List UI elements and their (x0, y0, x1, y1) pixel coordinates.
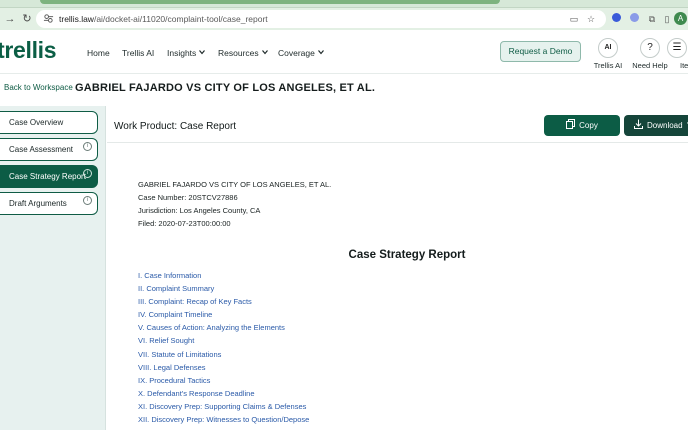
download-button[interactable]: Download (624, 115, 688, 136)
request-demo-button[interactable]: Request a Demo (500, 41, 581, 62)
extension-gear-icon[interactable] (628, 13, 640, 25)
forward-icon[interactable]: → (2, 11, 18, 27)
toc-item[interactable]: IX. Procedural Tactics (138, 376, 210, 386)
extension-blue-icon[interactable] (610, 13, 622, 25)
nav-insights-label: Insights (167, 48, 197, 58)
nav-trellis-ai[interactable]: Trellis AI (122, 47, 154, 59)
toc-item[interactable]: VIII. Legal Defenses (138, 363, 206, 373)
meta-case-name: GABRIEL FAJARDO VS CITY OF LOS ANGELES, … (138, 180, 332, 189)
sidebar-item-draft-arguments[interactable]: Draft Arguments i (0, 192, 98, 215)
sidebar-item-case-assessment[interactable]: Case Assessment i (0, 138, 98, 161)
toc-item[interactable]: XII. Discovery Prep: Witnesses to Questi… (138, 415, 309, 425)
copy-button[interactable]: Copy (544, 115, 620, 136)
sidebar-item-case-overview[interactable]: Case Overview (0, 111, 98, 134)
trellis-ai-tool-label: Trellis AI (593, 61, 623, 70)
sidebar-item-label: Draft Arguments (9, 199, 67, 208)
help-icon: ? (640, 38, 660, 58)
nav-coverage[interactable]: Coverage (278, 47, 324, 59)
site-info-icon[interactable] (43, 13, 54, 24)
toc-item[interactable]: VI. Relief Sought (138, 336, 194, 346)
toc-item[interactable]: I. Case Information (138, 271, 201, 281)
toc-item[interactable]: IV. Complaint Timeline (138, 310, 212, 320)
url-domain: trellis.law (59, 14, 94, 24)
copy-icon (566, 119, 576, 129)
meta-jurisdiction: Jurisdiction: Los Angeles County, CA (138, 206, 261, 215)
sidebar-item-label: Case Strategy Report (9, 172, 86, 181)
cast-icon[interactable]: ▭ (568, 13, 580, 25)
copy-label: Copy (579, 121, 598, 130)
need-help-tool[interactable]: ? Need Help (630, 38, 670, 70)
trellis-ai-tool[interactable]: AI Trellis AI (588, 38, 628, 70)
toc-item[interactable]: XI. Discovery Prep: Supporting Claims & … (138, 402, 306, 412)
info-icon[interactable]: i (83, 142, 92, 151)
toolbar-divider (107, 142, 688, 143)
url-text: trellis.law/ai/docket-ai/11020/complaint… (59, 13, 268, 25)
toc-item[interactable]: III. Complaint: Recap of Key Facts (138, 297, 252, 307)
work-product-title: Work Product: Case Report (114, 121, 237, 132)
toc-item[interactable]: II. Complaint Summary (138, 284, 214, 294)
reload-icon[interactable]: ↻ (19, 11, 35, 27)
extensions-puzzle-icon[interactable]: ⧉ (646, 13, 658, 25)
nav-home[interactable]: Home (87, 47, 110, 59)
chevron-down-icon (317, 50, 324, 55)
nav-resources[interactable]: Resources (218, 47, 268, 59)
need-help-label: Need Help (632, 61, 668, 70)
sidebar-item-label: Case Overview (9, 118, 64, 127)
browser-tab-strip (0, 0, 688, 8)
back-to-workspace-link[interactable]: Back to Workspace (4, 83, 73, 93)
sidepanel-icon[interactable]: ▯ (661, 13, 673, 25)
sidebar-item-label: Case Assessment (9, 145, 74, 154)
nav-insights[interactable]: Insights (167, 47, 206, 59)
meta-filed: Filed: 2020-07-23T00:00:00 (138, 219, 231, 228)
sidebar-item-case-strategy-report[interactable]: Case Strategy Report i (0, 165, 98, 188)
report-heading: Case Strategy Report (348, 249, 466, 261)
profile-avatar[interactable]: A (674, 12, 687, 25)
toc-item[interactable]: X. Defendant's Response Deadline (138, 389, 255, 399)
browser-toolbar: → ↻ trellis.law/ai/docket-ai/11020/compl… (0, 8, 688, 30)
toc-item[interactable]: VII. Statute of Limitations (138, 350, 221, 360)
case-title: GABRIEL FAJARDO VS CITY OF LOS ANGELES, … (75, 82, 376, 94)
trellis-logo[interactable]: trellis (0, 36, 57, 64)
ai-icon: AI (598, 38, 618, 58)
address-bar[interactable]: trellis.law/ai/docket-ai/11020/complaint… (36, 10, 606, 28)
meta-case-number: Case Number: 20STCV27886 (138, 193, 238, 202)
active-tab[interactable] (40, 0, 500, 4)
items-label: Ite (680, 61, 688, 70)
info-icon[interactable]: i (83, 169, 92, 178)
download-icon (634, 119, 643, 129)
bookmark-star-icon[interactable]: ☆ (585, 13, 597, 25)
items-icon: ☰ (667, 38, 687, 58)
nav-resources-label: Resources (218, 48, 259, 58)
items-tool[interactable]: ☰ Ite (666, 38, 688, 70)
download-label: Download (647, 121, 683, 130)
chevron-down-icon (261, 50, 268, 55)
info-icon[interactable]: i (83, 196, 92, 205)
nav-coverage-label: Coverage (278, 48, 315, 58)
url-path: /ai/docket-ai/11020/complaint-tool/case_… (93, 14, 268, 24)
chevron-down-icon (199, 50, 206, 55)
toc-item[interactable]: V. Causes of Action: Analyzing the Eleme… (138, 323, 285, 333)
